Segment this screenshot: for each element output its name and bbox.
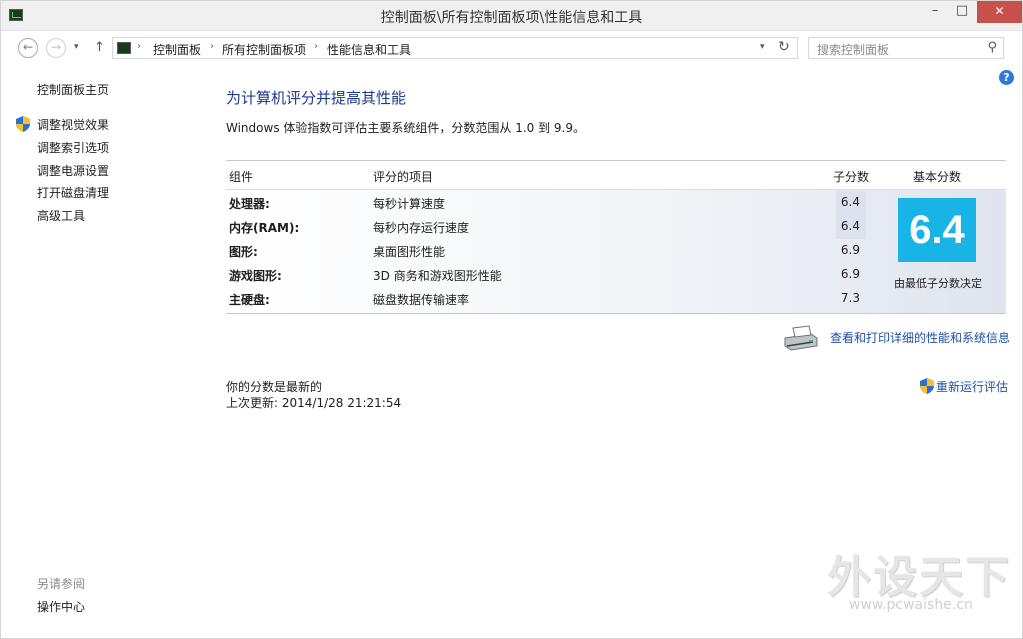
intro-text: Windows 体验指数可评估主要系统组件，分数范围从 1.0 到 9.9。 [226, 121, 585, 135]
base-score-caption: 由最低子分数决定 [894, 277, 982, 290]
view-print-details-link[interactable]: 查看和打印详细的性能和系统信息 [830, 329, 1010, 346]
back-button[interactable]: ← [18, 38, 38, 58]
printer-icon [784, 325, 818, 351]
row-item: 每秒内存运行速度 [373, 221, 470, 235]
help-icon[interactable]: ? [999, 70, 1014, 85]
breadcrumb-all-items[interactable]: 所有控制面板项 [222, 41, 306, 58]
breadcrumb-performance[interactable]: 性能信息和工具 [327, 41, 411, 58]
recent-locations-dropdown[interactable]: ▾ [74, 42, 79, 52]
address-dropdown-icon[interactable]: ▾ [760, 42, 765, 52]
table-row: 游戏图形: 3D 商务和游戏图形性能 6.9 [226, 263, 866, 287]
search-input[interactable]: 搜索控制面板 ⚲ [808, 37, 1004, 59]
breadcrumb-control-panel[interactable]: 控制面板 [153, 41, 201, 58]
table-row: 图形: 桌面图形性能 6.9 [226, 239, 866, 263]
watermark-logo: 外设天下 [827, 552, 1011, 603]
row-component: 处理器: [229, 197, 270, 211]
row-component: 游戏图形: [229, 269, 282, 283]
forward-button[interactable]: → [46, 38, 66, 58]
sidebar-link-visual-effects[interactable]: 调整视觉效果 [37, 116, 109, 133]
table-row: 内存(RAM): 每秒内存运行速度 6.4 [226, 215, 866, 239]
score-table: 组件 评分的项目 子分数 基本分数 处理器: 每秒计算速度 6.4 内存(RAM… [226, 160, 1006, 315]
breadcrumb-separator-icon[interactable]: › [137, 41, 141, 52]
page-title: 为计算机评分并提高其性能 [226, 89, 407, 107]
see-also-label: 另请参阅 [37, 577, 86, 591]
refresh-icon[interactable]: ↻ [778, 39, 790, 55]
row-component: 主硬盘: [229, 293, 270, 307]
base-score-tile: 6.4 [898, 198, 976, 262]
sidebar-link-indexing[interactable]: 调整索引选项 [37, 139, 109, 156]
search-placeholder: 搜索控制面板 [817, 43, 890, 57]
row-item: 桌面图形性能 [373, 245, 446, 259]
control-panel-icon [117, 42, 131, 54]
rerun-assessment-link[interactable]: 重新运行评估 [936, 378, 1008, 395]
table-bottom-border [226, 313, 1006, 314]
sidebar-link-home[interactable]: 控制面板主页 [37, 81, 109, 98]
uac-shield-icon [16, 116, 30, 132]
sidebar-link-advanced-tools[interactable]: 高级工具 [37, 207, 85, 224]
sidebar: 控制面板主页 调整视觉效果 调整索引选项 调整电源设置 打开磁盘清理 高级工具 … [1, 65, 201, 639]
row-subscore: 6.9 [840, 243, 860, 257]
sidebar-link-power[interactable]: 调整电源设置 [37, 162, 109, 179]
close-button[interactable]: ✕ [977, 1, 1022, 23]
breadcrumb-separator-icon[interactable]: › [314, 41, 318, 52]
row-subscore: 6.4 [836, 215, 866, 239]
minimize-button[interactable]: – [922, 1, 948, 23]
control-panel-window: 控制面板\所有控制面板项\性能信息和工具 – □ ✕ ← → ▾ ↑ › 控制面… [0, 0, 1023, 639]
navigation-bar: ← → ▾ ↑ › 控制面板 › 所有控制面板项 › 性能信息和工具 ▾ ↻ 搜… [1, 32, 1022, 64]
row-subscore: 7.3 [840, 291, 860, 305]
row-item: 3D 商务和游戏图形性能 [373, 269, 502, 283]
table-row: 主硬盘: 磁盘数据传输速率 7.3 [226, 287, 866, 311]
uac-shield-icon [920, 378, 934, 394]
title-bar: 控制面板\所有控制面板项\性能信息和工具 – □ ✕ [1, 1, 1022, 31]
header-subscore: 子分数 [833, 170, 870, 184]
row-item: 磁盘数据传输速率 [373, 293, 470, 307]
table-top-border [226, 160, 1006, 161]
row-item: 每秒计算速度 [373, 197, 446, 211]
maximize-button[interactable]: □ [949, 1, 975, 23]
header-rated-item: 评分的项目 [373, 170, 434, 184]
address-bar[interactable]: › 控制面板 › 所有控制面板项 › 性能信息和工具 ▾ ↻ [112, 37, 798, 59]
header-component: 组件 [229, 170, 254, 184]
search-icon[interactable]: ⚲ [987, 40, 997, 55]
sidebar-link-disk-cleanup[interactable]: 打开磁盘清理 [37, 184, 109, 201]
sidebar-link-action-center[interactable]: 操作中心 [37, 598, 85, 615]
up-button[interactable]: ↑ [94, 40, 105, 55]
header-base-score: 基本分数 [913, 170, 962, 184]
row-component: 内存(RAM): [229, 221, 300, 235]
score-status: 你的分数是最新的 [226, 380, 323, 394]
last-updated: 上次更新: 2014/1/28 21:21:54 [226, 396, 402, 410]
table-row: 处理器: 每秒计算速度 6.4 [226, 191, 866, 215]
window-title: 控制面板\所有控制面板项\性能信息和工具 [380, 10, 643, 26]
breadcrumb-separator-icon[interactable]: › [210, 41, 214, 52]
row-component: 图形: [229, 245, 258, 259]
row-subscore: 6.4 [836, 191, 866, 215]
watermark-url: www.pcwaishe.cn [849, 597, 973, 613]
row-subscore: 6.9 [840, 267, 860, 281]
